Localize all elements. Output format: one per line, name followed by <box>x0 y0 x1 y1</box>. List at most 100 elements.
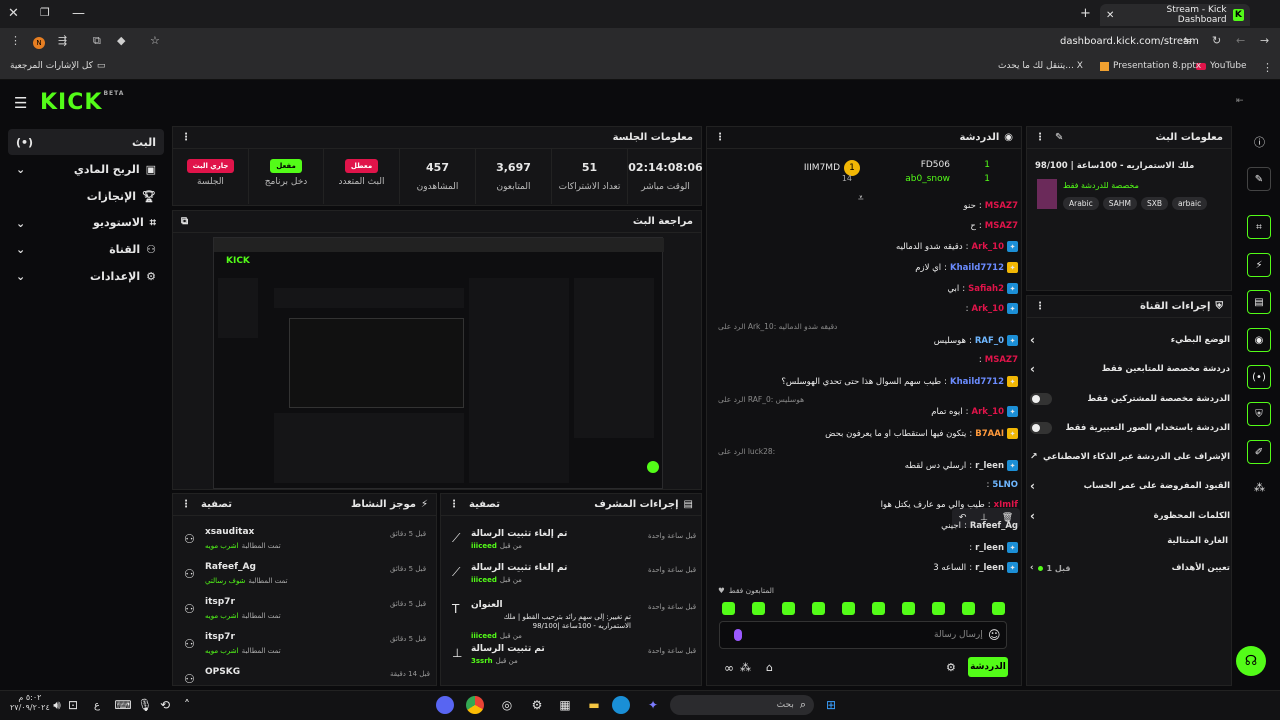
close-window-icon[interactable]: ✕ <box>8 6 19 21</box>
chat-username[interactable]: Ark_10 <box>971 407 1004 417</box>
reload-icon[interactable]: ↻ <box>1212 34 1221 47</box>
channel-action-row[interactable]: الكلمات المحظورة › <box>1030 504 1230 528</box>
users-icon[interactable]: ⁂ <box>740 661 751 674</box>
emote-icon[interactable] <box>842 602 855 615</box>
chat-reply-ref[interactable]: الرد على RAF_0: هوسليس <box>718 395 804 404</box>
new-tab-icon[interactable]: + <box>1080 6 1091 21</box>
chat-message[interactable]: Rafeef_Ag: اجيني <box>718 521 1018 531</box>
nav-item-achievements[interactable]: 🏆︎ الإنجازات <box>8 183 164 209</box>
chat-message[interactable]: ✦ Khaild7712: اي لازم <box>718 262 1018 273</box>
more-options-icon[interactable]: ⋮ <box>1035 301 1045 312</box>
filter-button[interactable]: تصفية <box>469 499 500 510</box>
mic-icon[interactable]: 🎙︎ <box>134 694 156 716</box>
chat-reply-ref[interactable]: الرد على luck28: <box>718 447 775 456</box>
back-icon[interactable]: → <box>1260 34 1269 47</box>
chat-username[interactable]: Safiah2 <box>968 284 1004 294</box>
chat-username[interactable]: B7AAI <box>975 429 1004 439</box>
nav-item-studio[interactable]: ⌗ الاستوديو ⌄ <box>8 210 164 236</box>
chat-message[interactable]: ✦ Safiah2: ابي <box>718 283 1018 294</box>
bookmark-youtube[interactable]: YouTube <box>1196 61 1247 71</box>
gear-icon[interactable]: ⚙ <box>946 661 956 674</box>
chat-username[interactable]: xImIf <box>994 500 1018 510</box>
site-settings-icon[interactable]: ⇋ <box>1183 34 1192 47</box>
rail-channel-button[interactable]: ⛨ <box>1247 402 1271 426</box>
infinity-icon[interactable]: ∞ <box>724 661 734 675</box>
obs-icon[interactable]: ◎ <box>496 694 518 716</box>
help-chat-button[interactable]: ☊ <box>1236 646 1266 676</box>
copilot-icon[interactable]: ✦ <box>642 694 664 716</box>
stream-video[interactable]: KICK <box>213 237 664 489</box>
bookmark-presentation[interactable]: Presentation 8.pptx <box>1100 61 1201 71</box>
activity-name[interactable]: OPSKG <box>205 667 240 677</box>
chat-username[interactable]: Ark_10 <box>971 304 1004 314</box>
bookmark-x[interactable]: يتنقل لك ما يحدث... X <box>998 61 1083 71</box>
rail-studio-button[interactable]: ⌗ <box>1247 215 1271 239</box>
emote-icon[interactable] <box>902 602 915 615</box>
chrome-icon[interactable] <box>466 696 484 714</box>
language-icon[interactable]: ع <box>86 694 108 716</box>
chat-message[interactable]: ✦ Ark_10: ايوه تمام <box>718 406 1018 417</box>
chat-message[interactable]: ✦ B7AAI: يتكون فيها استقطاب او ما يعرفون ب… <box>718 428 1018 439</box>
activity-name[interactable]: Rafeef_Ag <box>205 562 256 572</box>
chat-message[interactable]: MSAZ7: ح <box>718 221 1018 231</box>
stream-tag[interactable]: arbaic <box>1171 197 1208 210</box>
extension-icon[interactable]: ⇶ <box>58 34 67 47</box>
category-name[interactable]: مخصصة للدردشة فقط <box>1063 181 1139 190</box>
rail-chat-button[interactable]: ◉ <box>1247 328 1271 352</box>
users-icon[interactable]: ⁂ <box>1254 481 1265 494</box>
rail-bolt-button[interactable]: ⚡︎ <box>1247 253 1271 277</box>
keyboard-icon[interactable]: ⌨ <box>112 694 134 716</box>
leader-2[interactable]: FD506 <box>921 160 950 170</box>
more-options-icon[interactable]: ⋮ <box>1035 132 1045 143</box>
chat-username[interactable]: Rafeef_Ag <box>970 521 1018 531</box>
profile-avatar[interactable]: N <box>33 37 45 49</box>
activity-name[interactable]: itsp7r <box>205 597 235 607</box>
more-options-icon[interactable]: ⋮ <box>715 132 725 143</box>
toggle-switch[interactable] <box>1030 393 1052 405</box>
chat-message[interactable]: xImIf: طيب والي مو عارف يكتل هوا <box>718 500 1018 510</box>
hamburger-menu-icon[interactable]: ☰ <box>14 94 27 112</box>
chat-message[interactable]: ✦ Ark_10: <box>718 303 1018 314</box>
by-user[interactable]: iiiceed <box>471 576 497 584</box>
stream-tag[interactable]: SAHM <box>1102 197 1137 210</box>
chat-username[interactable]: RAF_0 <box>975 336 1004 346</box>
channel-action-row[interactable]: الدردشة باستخدام الصور التعبيرية فقط <box>1030 416 1230 440</box>
by-user[interactable]: 3ssrh <box>471 657 493 665</box>
windows-start-icon[interactable]: ⊞ <box>820 694 842 716</box>
shield-icon[interactable]: ◆ <box>117 34 125 47</box>
channel-action-row[interactable]: الإشراف على الدردشة عبر الذكاء الاصطناعي… <box>1030 445 1230 469</box>
rail-doc-button[interactable]: ▤ <box>1247 290 1271 314</box>
chat-username[interactable]: Khaild7712 <box>950 377 1004 387</box>
screenshot-icon[interactable]: ⧉ <box>93 34 101 48</box>
chat-message[interactable]: MSAZ7: <box>718 355 1018 365</box>
leader-name[interactable]: ab0_snow <box>905 174 950 184</box>
display-icon[interactable]: ⊡ <box>62 694 84 716</box>
network-icon[interactable]: ⟲ <box>154 694 176 716</box>
restore-window-icon[interactable]: ❐ <box>40 6 50 19</box>
edit-icon[interactable]: ✎ <box>1055 132 1063 143</box>
emote-icon[interactable] <box>752 602 765 615</box>
more-options-icon[interactable]: ⋮ <box>181 132 191 143</box>
chat-message[interactable]: MSAZ7: حنو <box>718 201 1018 211</box>
activity-name[interactable]: xsauditax <box>205 527 254 537</box>
folder-icon[interactable]: ▬ <box>583 694 605 716</box>
more-bookmarks-icon[interactable]: ⋮ <box>1262 61 1273 74</box>
chat-username[interactable]: MSAZ7 <box>985 221 1018 231</box>
filter-button[interactable]: تصفية <box>201 499 232 510</box>
emote-icon[interactable] <box>932 602 945 615</box>
clock[interactable]: ٥:٠٢ م ٢٧/٠٩/٢٠٢٤ <box>10 693 50 713</box>
rail-broadcast-button[interactable]: (•) <box>1247 365 1271 389</box>
chevron-up-icon[interactable]: ˄ <box>176 694 198 716</box>
by-user[interactable]: iiiceed <box>471 632 497 640</box>
forward-icon[interactable]: ← <box>1236 34 1245 47</box>
chat-username[interactable]: 5LNO <box>992 480 1018 490</box>
chat-input[interactable]: إرسال رسالة ☺ <box>719 621 1007 649</box>
menu-dots-icon[interactable]: ⋮ <box>10 34 21 47</box>
channel-action-row[interactable]: دردشة مخصصة للمتابعين فقط › <box>1030 357 1230 381</box>
info-icon[interactable]: ⓘ <box>1254 134 1265 150</box>
activity-name[interactable]: itsp7r <box>205 632 235 642</box>
channel-action-row[interactable]: الدردشة مخصصة للمشتركين فقط <box>1030 387 1230 411</box>
store-icon[interactable]: ⌂ <box>766 661 773 674</box>
chat-username[interactable]: Khaild7712 <box>950 263 1004 273</box>
collapse-icon[interactable]: ⇤ <box>1236 96 1244 106</box>
